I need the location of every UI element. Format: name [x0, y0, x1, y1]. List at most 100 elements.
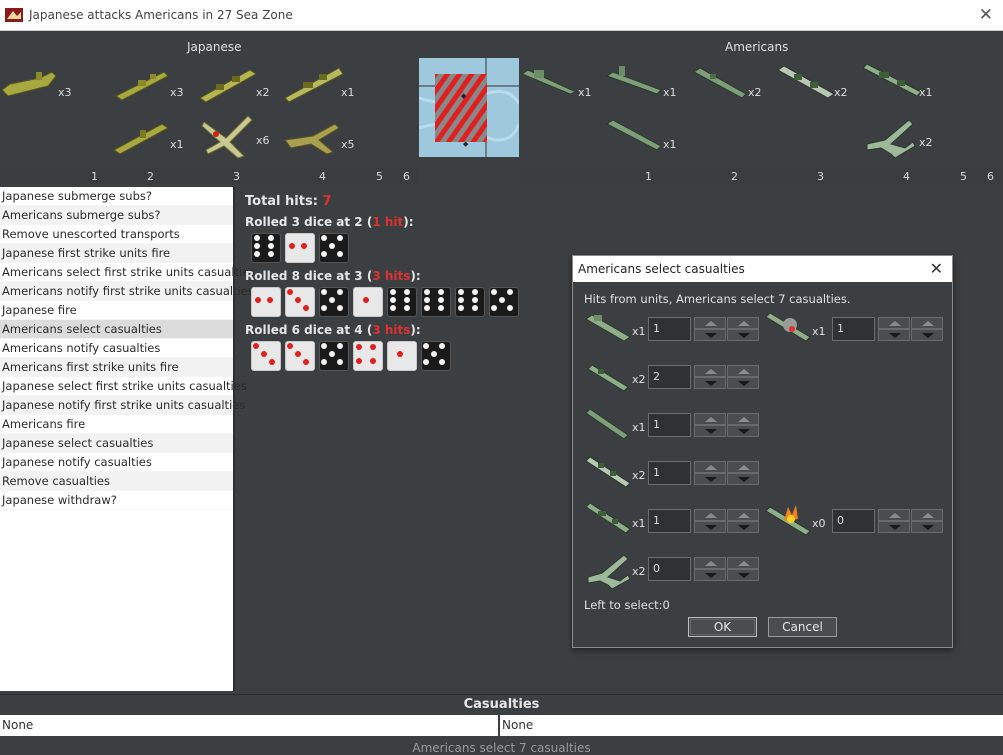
window-title: Japanese attacks Americans in 27 Sea Zon…: [29, 8, 293, 22]
attacker-units: x3 x3 x2 x1 x1 x6 x5: [0, 58, 418, 166]
die-miss: [489, 287, 519, 317]
decrease-stepper[interactable]: [727, 557, 759, 581]
app-icon: [5, 8, 23, 22]
attacker-unit: x6: [198, 112, 283, 159]
attacker-casualties: None: [0, 715, 498, 736]
casualty-count-field[interactable]: 1: [648, 509, 691, 533]
decrease-stepper[interactable]: [727, 317, 759, 341]
decrease-stepper[interactable]: [911, 317, 943, 341]
defender-unit: x2: [861, 114, 946, 159]
defender-dice-columns: 1 2 3 4 5 6: [520, 168, 1003, 184]
decrease-stepper[interactable]: [727, 509, 759, 533]
attacker-label: Japanese: [187, 40, 242, 54]
submarine-icon: [585, 408, 629, 440]
submarine-icon: [606, 119, 662, 151]
casualty-count-field[interactable]: 0: [648, 557, 691, 581]
decrease-stepper[interactable]: [911, 509, 943, 533]
defender-unit: x1: [605, 116, 690, 156]
battle-step-item[interactable]: Remove casualties: [0, 472, 233, 491]
casualty-count-field[interactable]: 1: [832, 317, 875, 341]
battle-step-item[interactable]: Japanese first strike units fire: [0, 244, 233, 263]
casualty-count-field[interactable]: 1: [648, 317, 691, 341]
increase-stepper[interactable]: [694, 461, 726, 485]
left-to-select: Left to select:0: [584, 598, 670, 612]
die-miss: [421, 341, 451, 371]
defender-unit: x2: [776, 64, 861, 104]
decrease-stepper[interactable]: [727, 365, 759, 389]
battle-step-item[interactable]: Japanese select first strike units casua…: [0, 377, 247, 396]
increase-stepper[interactable]: [694, 557, 726, 581]
casualty-count-field[interactable]: 1: [648, 461, 691, 485]
increase-stepper[interactable]: [694, 413, 726, 437]
battle-step-item[interactable]: Japanese select casualties: [0, 434, 233, 453]
casualty-count-field[interactable]: 0: [832, 509, 875, 533]
damaged-battleship-icon: [765, 312, 811, 342]
attacker-unit: x3: [112, 64, 197, 104]
die-miss: [251, 233, 281, 263]
increase-stepper[interactable]: [878, 317, 910, 341]
increase-stepper[interactable]: [694, 509, 726, 533]
die-hit: [353, 341, 383, 371]
battle-step-item[interactable]: Japanese notify first strike units casua…: [0, 396, 245, 415]
battle-step-item[interactable]: Remove unescorted transports: [0, 225, 233, 244]
cruiser-icon: [777, 65, 835, 99]
battleship-icon: [284, 67, 343, 103]
status-bar: Americans select 7 casualties: [0, 737, 1003, 755]
battle-step-item[interactable]: Americans first strike units fire: [0, 358, 233, 377]
battle-steps-list[interactable]: Japanese submerge subs? Americans submerg…: [0, 187, 255, 691]
close-icon[interactable]: ✕: [979, 5, 993, 25]
casualty-count-field[interactable]: 1: [648, 413, 691, 437]
battle-step-item[interactable]: Americans fire: [0, 415, 233, 434]
defender-units: x1 x1 x2 x2 x1 x1 x2: [520, 58, 1003, 166]
die-hit: [285, 233, 315, 263]
battle-step-item[interactable]: Japanese notify casualties: [0, 453, 233, 472]
die-miss: [455, 287, 485, 317]
svg-text:◆: ◆: [463, 140, 469, 148]
die-hit: [353, 287, 383, 317]
fighter-icon: [866, 119, 916, 159]
die-miss: [319, 341, 349, 371]
battle-step-item[interactable]: Japanese submerge subs?: [0, 187, 233, 206]
destroyer-icon: [693, 67, 747, 99]
submarine-icon: [1, 71, 57, 97]
dialog-title: Americans select casualties: [578, 262, 745, 276]
transport-icon: [520, 69, 578, 95]
increase-stepper[interactable]: [878, 509, 910, 533]
die-miss: [319, 287, 349, 317]
die-miss: [319, 233, 349, 263]
battle-step-item[interactable]: Americans select casualties: [0, 320, 233, 339]
battle-step-item[interactable]: Americans notify casualties: [0, 339, 233, 358]
defender-unit: x1: [520, 64, 605, 104]
die-hit: [285, 341, 315, 371]
defender-casualties: None: [500, 715, 1003, 736]
decrease-stepper[interactable]: [727, 461, 759, 485]
dialog-title-bar: Americans select casualties ✕: [573, 256, 952, 282]
battle-step-item[interactable]: Japanese fire: [0, 301, 233, 320]
cruiser-icon: [199, 69, 257, 103]
total-hits: Total hits: 7: [245, 194, 332, 209]
attacker-unit: x2: [198, 64, 283, 104]
bomber-icon: [284, 123, 340, 155]
casualty-count-field[interactable]: 2: [648, 365, 691, 389]
battle-step-item[interactable]: Americans select first strike units casu…: [0, 263, 255, 282]
transport-icon: [113, 123, 169, 155]
die-hit: [285, 287, 315, 317]
casualties-title: Casualties: [0, 694, 1003, 714]
battle-step-item[interactable]: Americans submerge subs?: [0, 206, 233, 225]
destroyer-icon: [115, 71, 169, 101]
transport-icon: [585, 314, 631, 342]
cancel-button[interactable]: Cancel: [768, 617, 837, 637]
increase-stepper[interactable]: [694, 365, 726, 389]
ok-button[interactable]: OK: [688, 617, 757, 637]
increase-stepper[interactable]: [694, 317, 726, 341]
roll-label: Rolled 3 dice at 2 (1 hit):: [245, 215, 414, 229]
close-icon[interactable]: ✕: [930, 259, 943, 278]
decrease-stepper[interactable]: [727, 413, 759, 437]
die-hit: [387, 341, 417, 371]
battleship-icon: [585, 503, 631, 534]
battle-step-item[interactable]: Americans notify first strike units casu…: [0, 282, 254, 301]
die-miss: [387, 287, 417, 317]
battle-step-item[interactable]: Japanese withdraw?: [0, 491, 233, 510]
submarine-icon: [605, 66, 662, 95]
defender-label: Americans: [725, 40, 789, 54]
